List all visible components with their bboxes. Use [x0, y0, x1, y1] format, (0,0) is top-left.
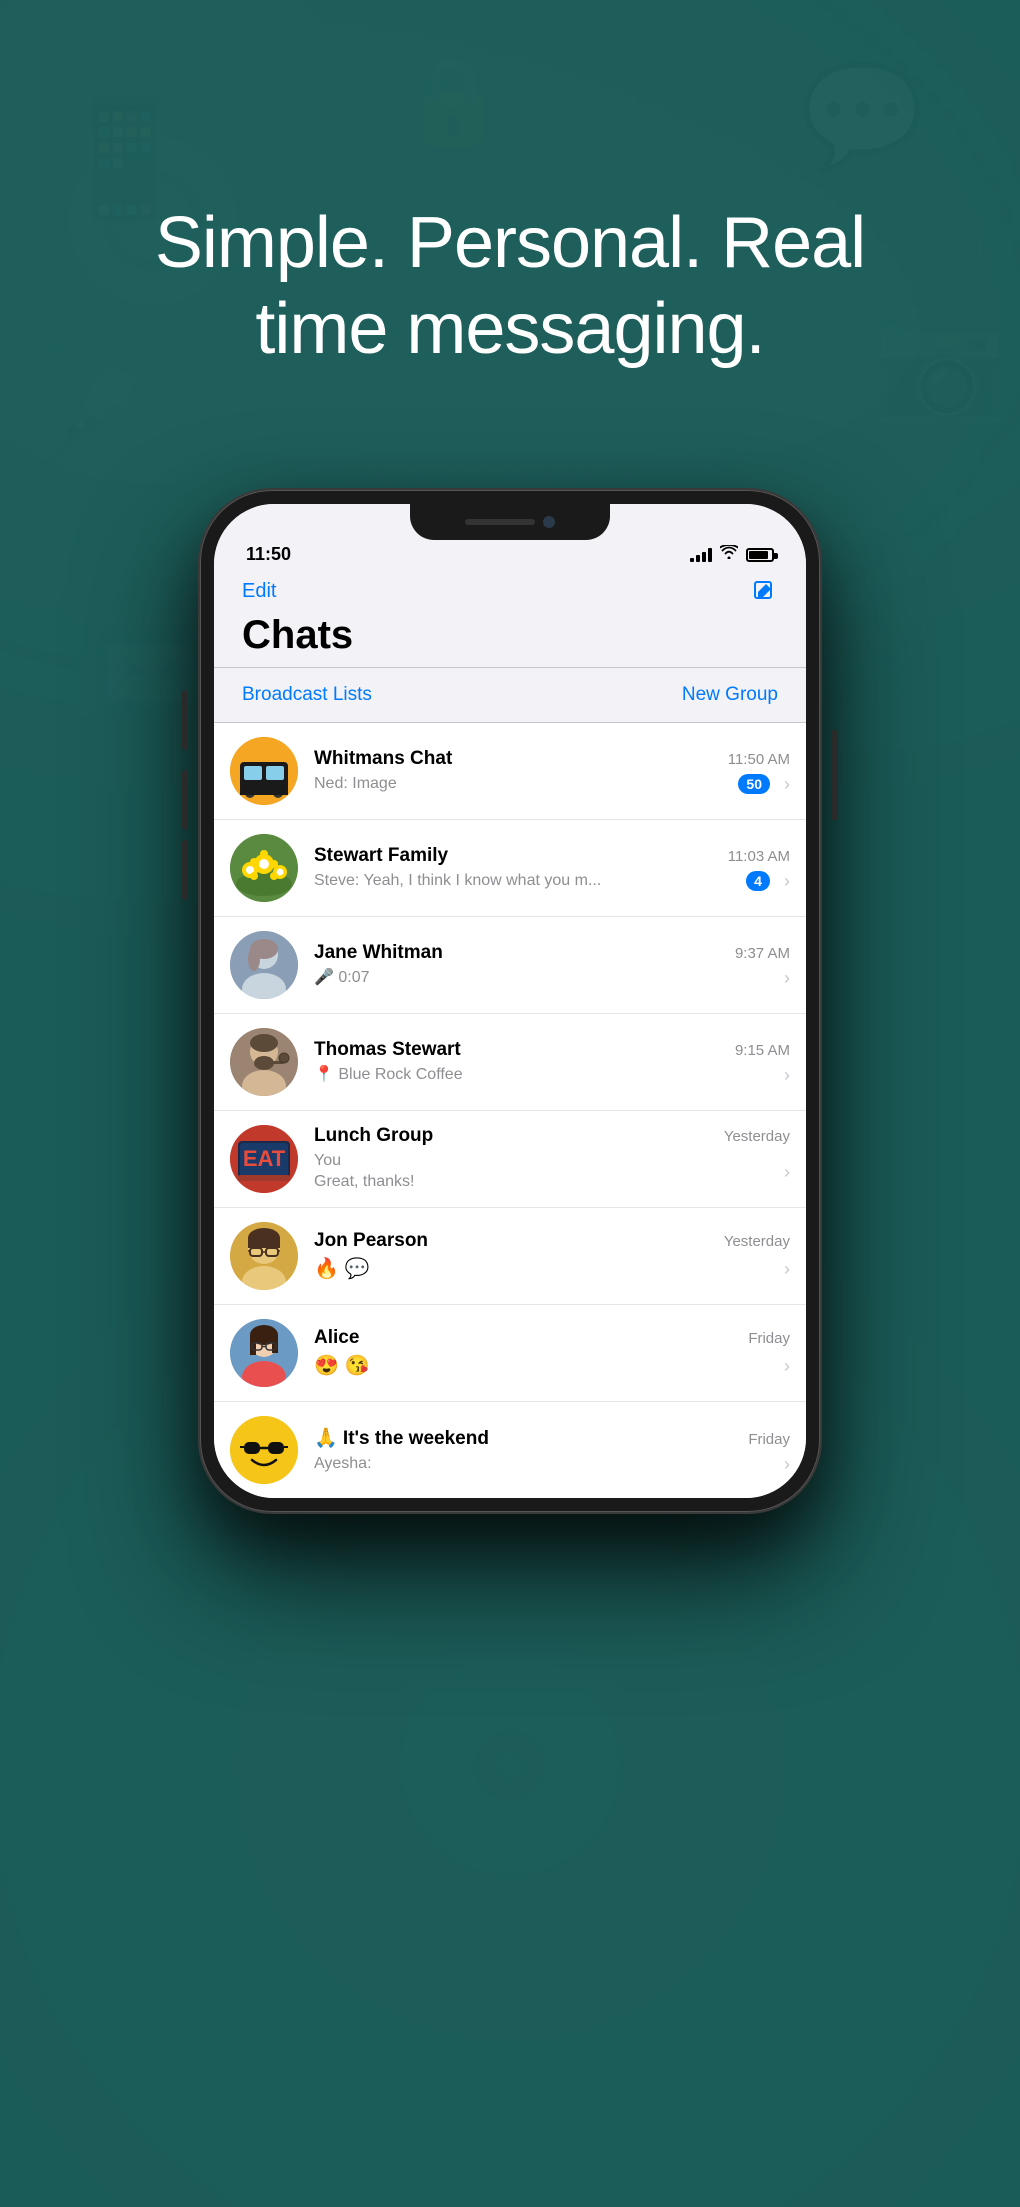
chat-name-stewart-family: Stewart Family	[314, 845, 448, 867]
chat-preview-jon-pearson: 🔥 💬	[314, 1256, 369, 1282]
chevron-jon-pearson: ›	[784, 1259, 790, 1280]
signal-icon	[690, 548, 712, 562]
chevron-thomas-stewart: ›	[784, 1065, 790, 1086]
hero-tagline: Simple. Personal. Real time messaging.	[0, 200, 1020, 373]
svg-text:💬: 💬	[800, 59, 925, 172]
chat-time-alice: Friday	[748, 1330, 790, 1347]
chat-content-alice: Alice Friday 😍 😘 ›	[314, 1327, 790, 1379]
status-icons	[690, 545, 774, 564]
phone-notch	[410, 504, 610, 540]
chat-time-weekend: Friday	[748, 1431, 790, 1448]
chat-content-jane-whitman: Jane Whitman 9:37 AM 🎤 0:07 ›	[314, 942, 790, 989]
chat-item-stewart-family[interactable]: Stewart Family 11:03 AM Steve: Yeah, I t…	[214, 820, 806, 917]
phone-mockup: 11:50	[200, 490, 820, 1512]
page-title: Chats	[242, 613, 778, 657]
status-time: 11:50	[246, 544, 291, 565]
chat-item-whitmans[interactable]: Whitmans Chat 11:50 AM Ned: Image 50	[214, 723, 806, 820]
compose-button[interactable]	[750, 577, 778, 605]
chat-content-whitmans: Whitmans Chat 11:50 AM Ned: Image 50	[314, 748, 790, 795]
chat-item-jane-whitman[interactable]: Jane Whitman 9:37 AM 🎤 0:07 ›	[214, 917, 806, 1014]
edit-button[interactable]: Edit	[242, 580, 276, 603]
chat-name-lunch-group: Lunch Group	[314, 1125, 433, 1147]
chat-item-weekend[interactable]: 🙏 It's the weekend Friday Ayesha: ›	[214, 1402, 806, 1498]
badge-whitmans: 50	[738, 774, 770, 794]
chat-content-weekend: 🙏 It's the weekend Friday Ayesha: ›	[314, 1426, 790, 1475]
chat-item-lunch-group[interactable]: EAT Lunch Group Yesterday YouGreat, t	[214, 1111, 806, 1208]
chat-name-weekend: 🙏 It's the weekend	[314, 1426, 489, 1450]
speaker	[465, 519, 535, 525]
broadcast-lists-button[interactable]: Broadcast Lists	[242, 684, 372, 706]
chat-preview-stewart-family: Steve: Yeah, I think I know what you m..…	[314, 871, 601, 892]
chat-preview-whitmans: Ned: Image	[314, 774, 397, 795]
chat-time-lunch-group: Yesterday	[724, 1128, 790, 1145]
svg-text:🔒: 🔒	[400, 54, 506, 149]
chat-list: Whitmans Chat 11:50 AM Ned: Image 50	[214, 723, 806, 1498]
chat-time-whitmans: 11:50 AM	[728, 751, 790, 768]
chat-name-jane-whitman: Jane Whitman	[314, 942, 443, 964]
chat-name-alice: Alice	[314, 1327, 359, 1349]
chat-name-whitmans: Whitmans Chat	[314, 748, 452, 770]
chat-time-jon-pearson: Yesterday	[724, 1233, 790, 1250]
badge-stewart-family: 4	[746, 871, 770, 891]
chevron-alice: ›	[784, 1356, 790, 1377]
app-header: Edit Chats	[214, 573, 806, 667]
avatar-thomas-stewart	[230, 1028, 298, 1096]
chevron-weekend: ›	[784, 1454, 790, 1475]
action-row: Broadcast Lists New Group	[214, 668, 806, 722]
chat-preview-lunch-group: YouGreat, thanks!	[314, 1151, 415, 1193]
chat-time-jane-whitman: 9:37 AM	[735, 945, 790, 962]
chevron-whitmans: ›	[784, 774, 790, 795]
chat-time-stewart-family: 11:03 AM	[728, 848, 790, 865]
chat-item-jon-pearson[interactable]: Jon Pearson Yesterday 🔥 💬 ›	[214, 1208, 806, 1305]
new-group-button[interactable]: New Group	[682, 684, 778, 706]
svg-text:EAT: EAT	[243, 1146, 286, 1171]
chat-content-lunch-group: Lunch Group Yesterday YouGreat, thanks! …	[314, 1125, 790, 1193]
chevron-jane-whitman: ›	[784, 968, 790, 989]
chat-time-thomas-stewart: 9:15 AM	[735, 1042, 790, 1059]
chevron-lunch-group: ›	[784, 1162, 790, 1183]
chat-content-thomas-stewart: Thomas Stewart 9:15 AM 📍 Blue Rock Coffe…	[314, 1039, 790, 1086]
avatar-alice	[230, 1319, 298, 1387]
avatar-lunch-group: EAT	[230, 1125, 298, 1193]
chat-content-stewart-family: Stewart Family 11:03 AM Steve: Yeah, I t…	[314, 845, 790, 892]
camera	[543, 516, 555, 528]
avatar-jon-pearson	[230, 1222, 298, 1290]
chat-item-alice[interactable]: Alice Friday 😍 😘 ›	[214, 1305, 806, 1402]
avatar-jane-whitman	[230, 931, 298, 999]
chat-content-jon-pearson: Jon Pearson Yesterday 🔥 💬 ›	[314, 1230, 790, 1282]
avatar-weekend	[230, 1416, 298, 1484]
chat-preview-alice: 😍 😘	[314, 1353, 369, 1379]
chat-preview-thomas-stewart: 📍 Blue Rock Coffee	[314, 1065, 463, 1086]
chat-name-jon-pearson: Jon Pearson	[314, 1230, 428, 1252]
chat-name-thomas-stewart: Thomas Stewart	[314, 1039, 461, 1061]
wifi-icon	[720, 545, 738, 564]
avatar-stewart-family	[230, 834, 298, 902]
chat-preview-jane-whitman: 🎤 0:07	[314, 968, 370, 989]
svg-text:🎤: 🎤	[30, 365, 142, 470]
chat-preview-weekend: Ayesha:	[314, 1454, 372, 1475]
chat-item-thomas-stewart[interactable]: Thomas Stewart 9:15 AM 📍 Blue Rock Coffe…	[214, 1014, 806, 1111]
avatar-whitmans	[230, 737, 298, 805]
chevron-stewart-family: ›	[784, 871, 790, 892]
battery-icon	[746, 548, 774, 562]
